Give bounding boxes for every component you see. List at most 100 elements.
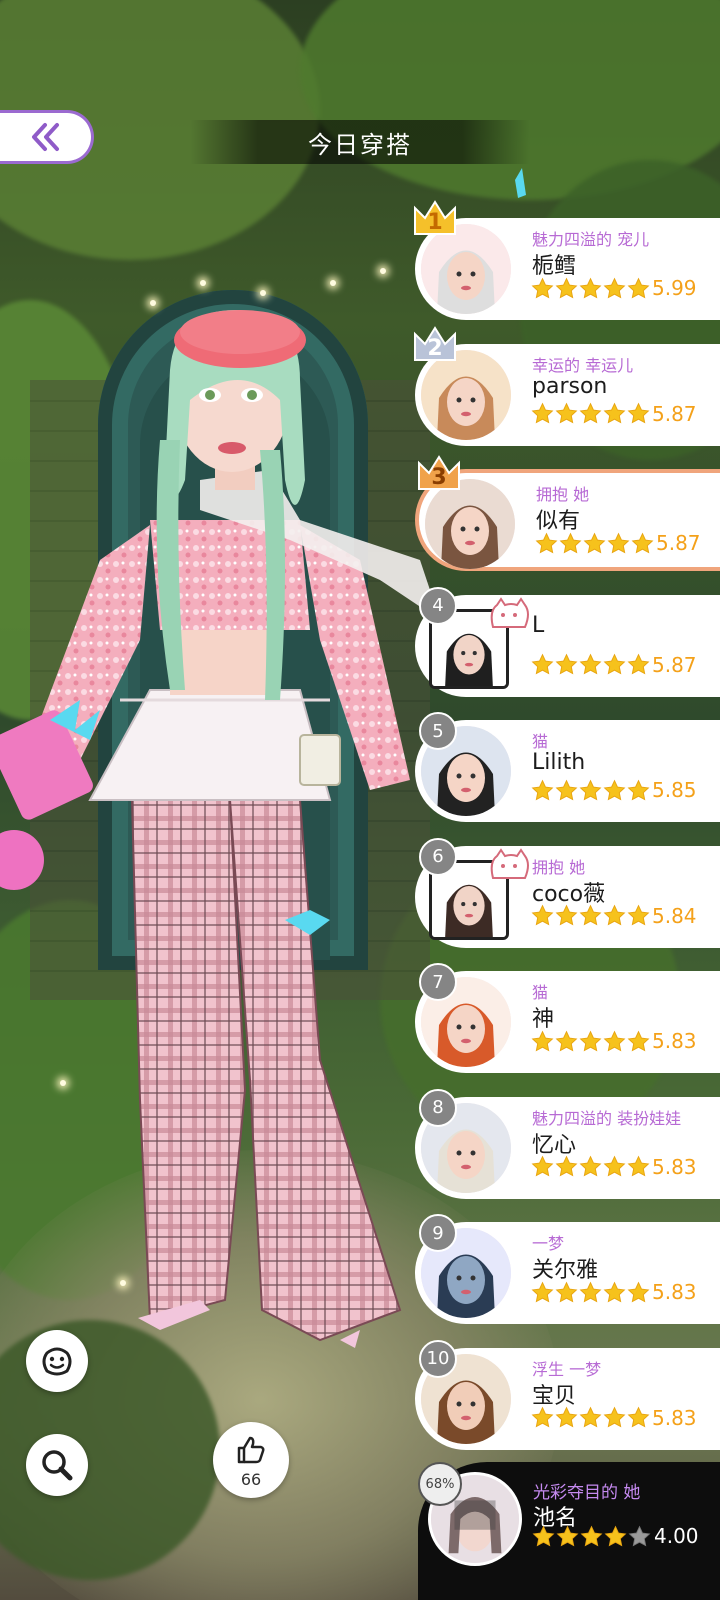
player-title: 一梦	[532, 1234, 565, 1253]
star-filled-icon	[631, 532, 654, 553]
star-filled-icon	[603, 904, 626, 926]
ranking-card-4[interactable]: 4 L 5.87	[415, 586, 720, 697]
rank-number: 2	[427, 335, 443, 361]
ranking-card-3[interactable]: 3 拥抱 她似有 5.87	[415, 455, 720, 571]
star-filled-icon	[555, 1406, 578, 1428]
like-button[interactable]: 66	[213, 1422, 289, 1498]
star-filled-icon	[627, 402, 650, 424]
ranking-card-1[interactable]: 1 魅力四溢的 宠儿 栀鳕 5.99	[414, 200, 720, 320]
score: 5.83	[652, 1405, 697, 1430]
star-filled-icon	[603, 653, 626, 675]
star-filled-icon	[531, 1281, 554, 1302]
star-filled-icon	[603, 1030, 626, 1051]
star-rating: 5.83	[531, 1155, 697, 1179]
star-filled-icon	[603, 1155, 626, 1177]
star-filled-icon	[555, 779, 578, 800]
star-filled-icon	[627, 1281, 650, 1302]
score: 5.84	[652, 903, 697, 928]
rank-number: 7	[419, 963, 457, 1001]
zoom-button[interactable]	[26, 1434, 88, 1496]
rank-number: 8	[419, 1088, 457, 1127]
star-filled-icon	[555, 904, 578, 926]
player-title: 拥抱 她	[536, 485, 590, 504]
rank-crown-icon: 1	[411, 198, 459, 238]
star-filled-icon	[627, 904, 650, 926]
star-filled-icon	[627, 1155, 650, 1177]
star-rating: 5.83	[531, 1029, 697, 1053]
emoji-button[interactable]	[26, 1330, 88, 1392]
star-filled-icon	[531, 653, 554, 675]
back-button[interactable]	[0, 110, 94, 164]
star-filled-icon	[627, 779, 650, 800]
star-filled-icon	[555, 277, 578, 298]
my-ranking-card[interactable]: 68% 光彩夺目的 她 池名 4.00	[418, 1462, 720, 1600]
star-filled-icon	[627, 1406, 650, 1428]
score: 5.87	[652, 401, 697, 426]
star-filled-icon	[555, 402, 578, 424]
star-filled-icon	[531, 1155, 554, 1177]
star-filled-icon	[531, 402, 554, 424]
star-filled-icon	[556, 1525, 579, 1546]
score: 5.83	[652, 1029, 697, 1053]
star-filled-icon	[555, 1030, 578, 1051]
rank-number: 1	[427, 210, 443, 235]
star-filled-icon	[535, 532, 558, 553]
player-name: L	[532, 612, 545, 638]
score: 5.87	[652, 652, 697, 677]
ranking-card-8[interactable]: 8 魅力四溢的 装扮娃娃 忆心 5.83	[415, 1088, 720, 1199]
player-title: 幸运的 幸运儿	[532, 355, 634, 375]
star-filled-icon	[531, 1406, 554, 1428]
player-name: Lilith	[532, 750, 586, 775]
player-title: 浮生 一梦	[532, 1359, 602, 1379]
magnifier-icon	[42, 1450, 73, 1481]
star-filled-icon	[603, 402, 626, 424]
star-filled-icon	[603, 779, 626, 800]
star-filled-icon	[555, 1281, 578, 1302]
star-rating: 5.84	[531, 904, 697, 928]
star-rating: 5.87	[535, 531, 701, 555]
star-filled-icon	[583, 532, 606, 553]
star-filled-icon	[531, 277, 554, 298]
ranking-card-6[interactable]: 6 拥抱 她 coco薇 5.84	[415, 837, 720, 948]
ranking-card-7[interactable]: 7 猫神 5.83	[415, 963, 720, 1073]
player-title: 拥抱 她	[532, 857, 586, 877]
score: 5.85	[652, 778, 697, 802]
like-count: 66	[240, 1470, 262, 1489]
score: 5.99	[652, 276, 697, 300]
ranking-card-5[interactable]: 5 猫 Lilith 5.85	[415, 712, 720, 822]
player-title: 魅力四溢的 宠儿	[532, 230, 650, 249]
player-title: 猫	[532, 983, 549, 1002]
star-filled-icon	[579, 1281, 602, 1302]
ranking-card-9[interactable]: 9 一梦 关尔雅 5.83	[415, 1214, 720, 1324]
rank-number: 5	[419, 712, 457, 750]
title-bar: 今日穿搭	[190, 120, 530, 164]
my-star-rating: 4.00	[532, 1524, 699, 1548]
rank-crown-icon: 3	[415, 453, 463, 493]
star-filled-icon	[579, 653, 602, 675]
ranking-card-2[interactable]: 2 幸运的 幸运儿 parson 5.87	[414, 325, 720, 446]
star-filled-icon	[531, 904, 554, 926]
star-filled-icon	[531, 1030, 554, 1051]
score: 5.83	[652, 1154, 697, 1179]
rank-number: 4	[419, 586, 457, 625]
smiley-icon	[42, 1347, 72, 1376]
star-filled-icon	[531, 779, 554, 800]
star-filled-icon	[603, 1281, 626, 1302]
player-title: 猫	[532, 732, 549, 751]
star-filled-icon	[579, 1155, 602, 1177]
star-filled-icon	[555, 653, 578, 675]
star-filled-icon	[627, 1030, 650, 1051]
double-chevron-left-icon	[31, 123, 59, 151]
star-rating: 5.83	[531, 1406, 697, 1430]
star-filled-icon	[559, 532, 582, 553]
cat-badge-icon	[485, 847, 531, 882]
ranking-card-10[interactable]: 10 浮生 一梦 宝贝 5.83	[415, 1339, 720, 1450]
star-filled-icon	[580, 1525, 603, 1546]
score: 5.87	[656, 531, 701, 555]
star-filled-icon	[579, 277, 602, 298]
rank-number: 10	[419, 1339, 457, 1378]
star-filled-icon	[579, 402, 602, 424]
star-rating: 5.85	[531, 778, 697, 802]
star-rating: 5.83	[531, 1280, 697, 1304]
thumbs-up-icon	[237, 1436, 265, 1464]
